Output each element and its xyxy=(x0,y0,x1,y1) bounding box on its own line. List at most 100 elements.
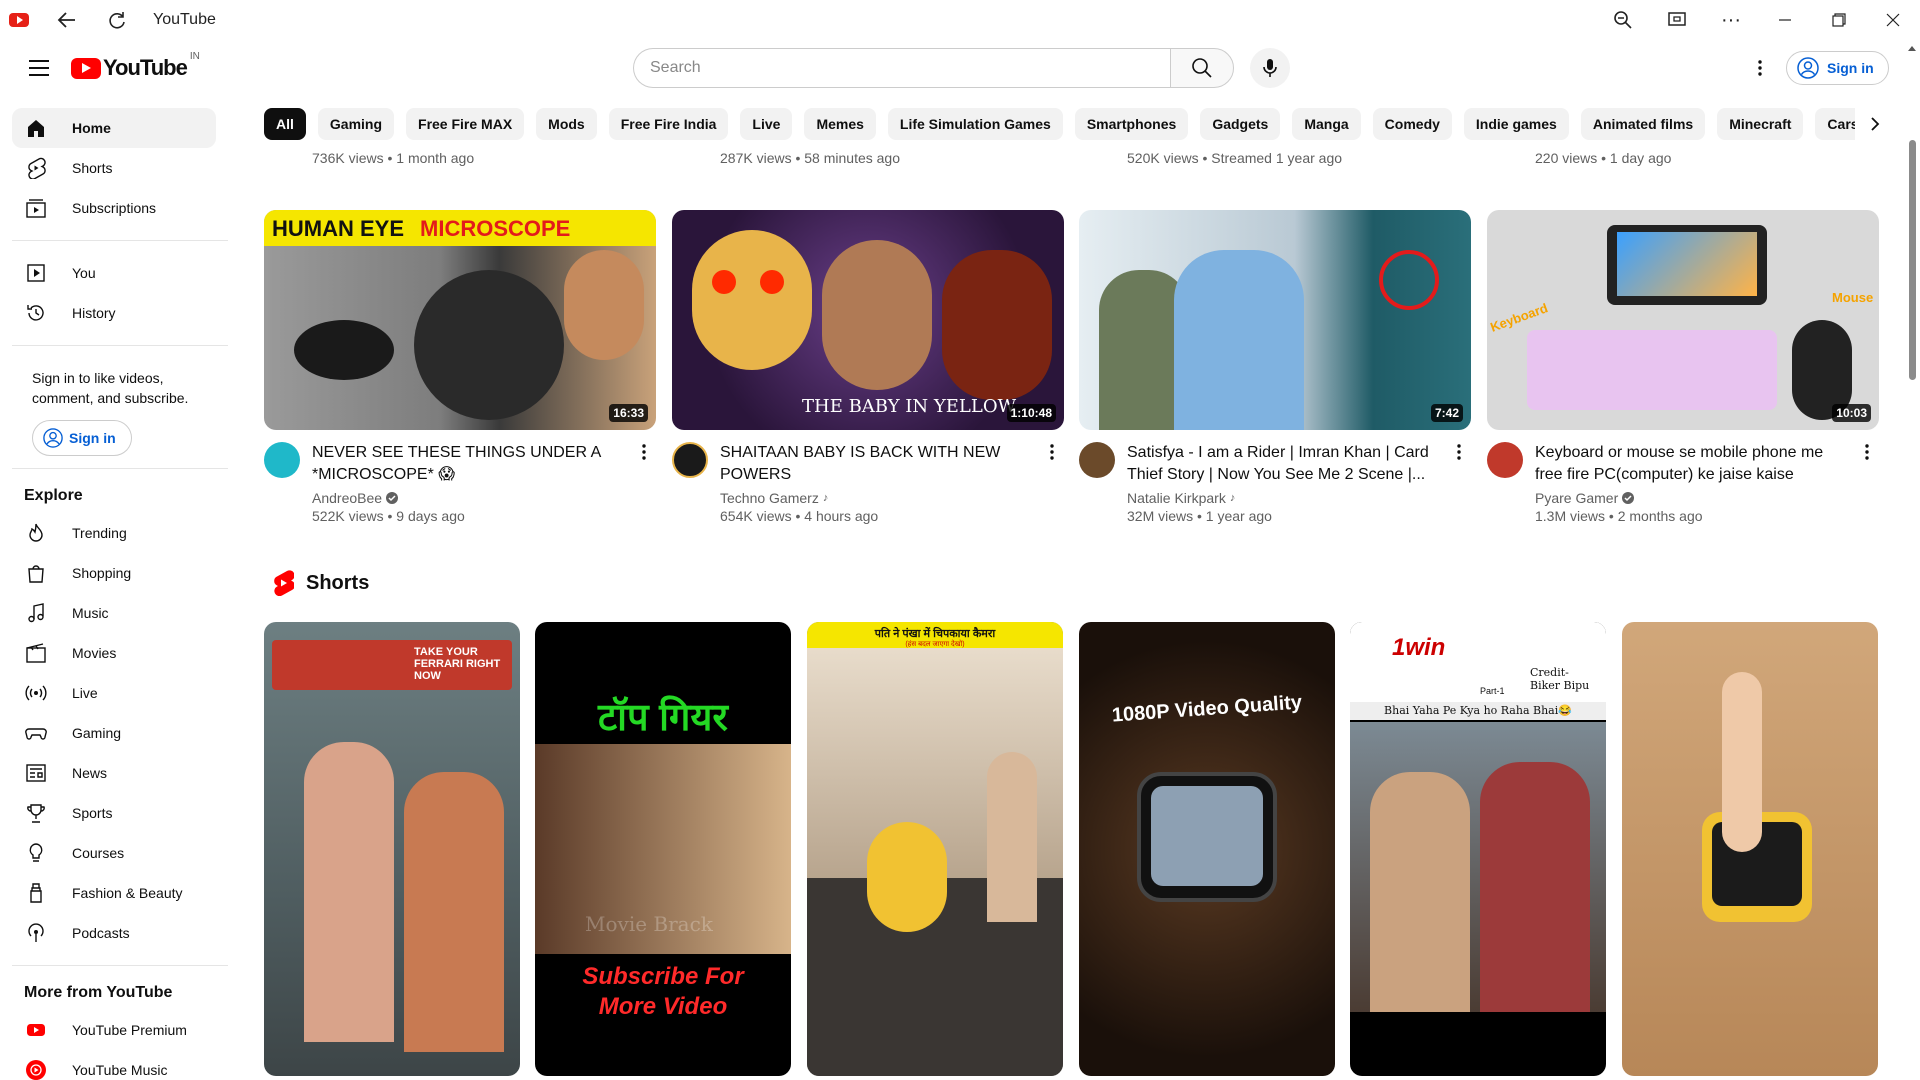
window-titlebar: YouTube ··· xyxy=(0,0,1920,40)
sidebar-item-shopping[interactable]: Shopping xyxy=(12,553,216,593)
sidebar-item-shorts[interactable]: Shorts xyxy=(12,148,216,188)
sign-in-button[interactable]: Sign in xyxy=(1786,51,1889,85)
channel-name[interactable]: Techno Gamerz xyxy=(720,490,819,506)
sidebar-item-youtube-music[interactable]: YouTube Music xyxy=(12,1050,216,1080)
chip-life-simulation-games[interactable]: Life Simulation Games xyxy=(887,108,1063,140)
chip-live[interactable]: Live xyxy=(740,108,793,140)
minimize-icon xyxy=(1779,19,1791,21)
sidebar-item-music[interactable]: Music xyxy=(12,593,216,633)
chip-mods[interactable]: Mods xyxy=(536,108,597,140)
chip-minecraft[interactable]: Minecraft xyxy=(1717,108,1804,140)
back-button[interactable] xyxy=(47,0,87,40)
chip-gaming[interactable]: Gaming xyxy=(317,108,395,140)
channel-avatar[interactable] xyxy=(1487,442,1523,478)
chip-animated-films[interactable]: Animated films xyxy=(1580,108,1706,140)
short-card[interactable]: TAKE YOUR FERRARI RIGHT NOW xyxy=(264,622,520,1076)
video-action-menu-button[interactable] xyxy=(1855,440,1879,464)
chip-free-fire-india[interactable]: Free Fire India xyxy=(608,108,729,140)
verified-badge-icon xyxy=(1622,492,1635,504)
zoom-button[interactable] xyxy=(1596,0,1650,40)
zoom-out-icon xyxy=(1614,11,1632,29)
video-card[interactable]: HUMAN EYE MICROSCOPE 16:33 NEVER SEE THE… xyxy=(264,210,656,524)
courses-icon xyxy=(24,841,48,865)
sidebar-divider xyxy=(12,240,228,241)
short-card[interactable]: पति ने पंखा में चिपकाया कैमरा (हंस बदल ज… xyxy=(807,622,1063,1076)
vertical-dots-icon xyxy=(1865,444,1869,460)
sidebar-item-podcasts[interactable]: Podcasts xyxy=(12,913,216,953)
chip-gadgets[interactable]: Gadgets xyxy=(1200,108,1281,140)
settings-menu-button[interactable] xyxy=(1740,48,1780,88)
sidebar-item-youtube-premium[interactable]: YouTube Premium xyxy=(12,1010,216,1050)
video-title[interactable]: Keyboard or mouse se mobile phone me fre… xyxy=(1535,442,1845,486)
cast-button[interactable] xyxy=(1650,0,1704,40)
short-card[interactable] xyxy=(1622,622,1878,1076)
chip-comedy[interactable]: Comedy xyxy=(1372,108,1452,140)
video-action-menu-button[interactable] xyxy=(632,440,656,464)
sidebar-item-trending[interactable]: Trending xyxy=(12,513,216,553)
chevron-right-icon xyxy=(1871,117,1880,131)
search-input[interactable]: Search xyxy=(633,48,1170,88)
video-thumbnail[interactable]: HUMAN EYE MICROSCOPE 16:33 xyxy=(264,210,656,430)
sidebar-item-live[interactable]: Live xyxy=(12,673,216,713)
chip-free-fire-max[interactable]: Free Fire MAX xyxy=(406,108,525,140)
page-scrollbar[interactable] xyxy=(1904,40,1920,1080)
sidebar-item-history[interactable]: History xyxy=(12,293,216,333)
sidebar-item-subscriptions[interactable]: Subscriptions xyxy=(12,188,216,228)
sidebar-item-fashion-beauty[interactable]: Fashion & Beauty xyxy=(12,873,216,913)
sidebar-item-courses[interactable]: Courses xyxy=(12,833,216,873)
video-title[interactable]: NEVER SEE THESE THINGS UNDER A *MICROSCO… xyxy=(312,442,622,486)
more-from-youtube-heading: More from YouTube xyxy=(24,984,173,1001)
video-title[interactable]: Satisfya - I am a Rider | Imran Khan | C… xyxy=(1127,442,1437,486)
sidebar-sign-in-button[interactable]: Sign in xyxy=(32,420,132,456)
chip-smartphones[interactable]: Smartphones xyxy=(1074,108,1189,140)
sidebar-item-sports[interactable]: Sports xyxy=(12,793,216,833)
guide-menu-button[interactable] xyxy=(19,48,59,88)
restore-icon xyxy=(1832,13,1846,27)
scroll-up-arrow-icon[interactable] xyxy=(1908,46,1916,51)
video-thumbnail[interactable]: 7:42 xyxy=(1079,210,1471,430)
short-card[interactable]: टॉप गियर Movie Brack Subscribe For More … xyxy=(535,622,791,1076)
video-stats: 32M views • 1 year ago xyxy=(1127,508,1272,524)
video-card[interactable]: Keyboard Mouse 10:03 Keyboard or mouse s… xyxy=(1487,210,1879,524)
video-thumbnail[interactable]: THE BABY IN YELLOW 1:10:48 xyxy=(672,210,1064,430)
scrollbar-thumb[interactable] xyxy=(1909,140,1916,380)
sidebar-item-gaming[interactable]: Gaming xyxy=(12,713,216,753)
sidebar-item-home[interactable]: Home xyxy=(12,108,216,148)
video-action-menu-button[interactable] xyxy=(1447,440,1471,464)
channel-name[interactable]: AndreoBee xyxy=(312,490,382,506)
channel-avatar[interactable] xyxy=(264,442,300,478)
vertical-dots-icon xyxy=(1457,444,1461,460)
sidebar-item-label: Shopping xyxy=(72,565,132,581)
chips-next-button[interactable] xyxy=(1855,108,1895,140)
more-options-button[interactable]: ··· xyxy=(1704,0,1758,40)
channel-avatar[interactable] xyxy=(1079,442,1115,478)
trending-icon xyxy=(24,521,48,545)
sidebar-item-label: History xyxy=(72,305,116,321)
chip-manga[interactable]: Manga xyxy=(1292,108,1361,140)
minimize-button[interactable] xyxy=(1758,0,1812,40)
channel-avatar[interactable] xyxy=(672,442,708,478)
channel-name[interactable]: Pyare Gamer xyxy=(1535,490,1618,506)
youtube-logo[interactable]: YouTube IN xyxy=(71,51,200,81)
video-card[interactable]: THE BABY IN YELLOW 1:10:48 SHAITAAN BABY… xyxy=(672,210,1064,524)
restore-button[interactable] xyxy=(1812,0,1866,40)
chip-memes[interactable]: Memes xyxy=(804,108,876,140)
shopping-icon xyxy=(24,561,48,585)
short-card[interactable]: 1080P Video Quality xyxy=(1079,622,1335,1076)
video-title[interactable]: SHAITAAN BABY IS BACK WITH NEW POWERS xyxy=(720,442,1030,486)
sidebar-item-movies[interactable]: Movies xyxy=(12,633,216,673)
chip-all[interactable]: All xyxy=(264,108,306,140)
reload-button[interactable] xyxy=(97,0,137,40)
sidebar-item-news[interactable]: News xyxy=(12,753,216,793)
chip-indie-games[interactable]: Indie games xyxy=(1463,108,1569,140)
channel-name[interactable]: Natalie Kirkpark xyxy=(1127,490,1226,506)
voice-search-button[interactable] xyxy=(1250,48,1290,88)
search-button[interactable] xyxy=(1170,48,1234,88)
shorts-shelf-header: Shorts xyxy=(272,570,369,596)
video-action-menu-button[interactable] xyxy=(1040,440,1064,464)
sidebar-item-you[interactable]: You xyxy=(12,253,216,293)
short-card[interactable]: 1win Credit- Biker Bipu Part-1 Bhai Yaha… xyxy=(1350,622,1606,1076)
video-card[interactable]: 7:42 Satisfya - I am a Rider | Imran Kha… xyxy=(1079,210,1471,524)
video-thumbnail[interactable]: Keyboard Mouse 10:03 xyxy=(1487,210,1879,430)
close-button[interactable] xyxy=(1866,0,1920,40)
